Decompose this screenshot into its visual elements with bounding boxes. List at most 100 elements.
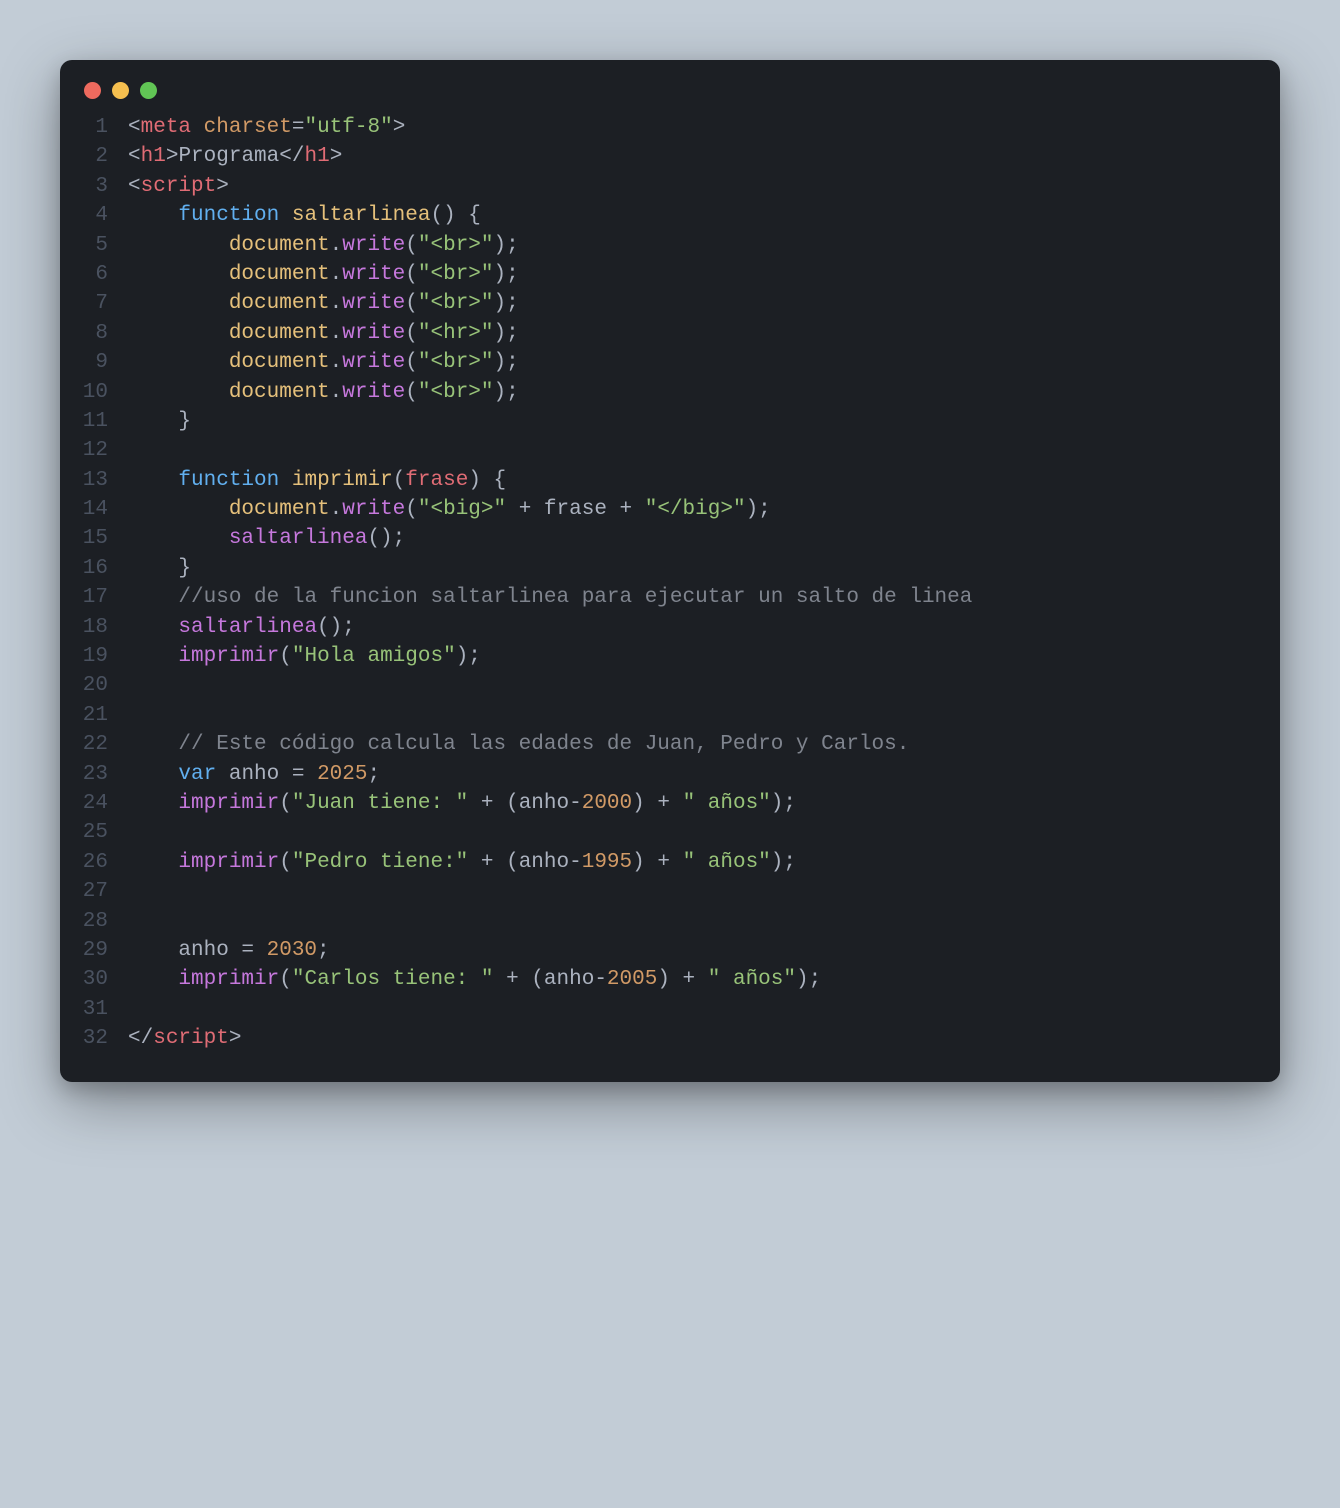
code-line: 24 imprimir("Juan tiene: " + (anho-2000)…: [60, 789, 1280, 818]
code-line: 3<script>: [60, 172, 1280, 201]
code-line: 1<meta charset="utf-8">: [60, 113, 1280, 142]
code-line: 25: [60, 818, 1280, 847]
code-content[interactable]: document.write("<br>");: [128, 260, 1280, 289]
code-line: 9 document.write("<br>");: [60, 348, 1280, 377]
code-content[interactable]: }: [128, 407, 1280, 436]
code-content[interactable]: [128, 877, 1280, 906]
code-content[interactable]: function imprimir(frase) {: [128, 466, 1280, 495]
line-number: 14: [60, 495, 128, 524]
code-content[interactable]: var anho = 2025;: [128, 760, 1280, 789]
line-number: 31: [60, 995, 128, 1024]
titlebar: [60, 60, 1280, 107]
minimize-window-button[interactable]: [112, 82, 129, 99]
line-number: 15: [60, 524, 128, 553]
code-content[interactable]: imprimir("Juan tiene: " + (anho-2000) + …: [128, 789, 1280, 818]
code-area[interactable]: 1<meta charset="utf-8">2<h1>Programa</h1…: [60, 107, 1280, 1054]
code-line: 12: [60, 436, 1280, 465]
code-content[interactable]: [128, 701, 1280, 730]
line-number: 32: [60, 1024, 128, 1053]
line-number: 4: [60, 201, 128, 230]
code-content[interactable]: imprimir("Hola amigos");: [128, 642, 1280, 671]
code-line: 22 // Este código calcula las edades de …: [60, 730, 1280, 759]
line-number: 28: [60, 907, 128, 936]
line-number: 20: [60, 671, 128, 700]
line-number: 6: [60, 260, 128, 289]
code-content[interactable]: <h1>Programa</h1>: [128, 142, 1280, 171]
code-content[interactable]: [128, 907, 1280, 936]
code-content[interactable]: anho = 2030;: [128, 936, 1280, 965]
line-number: 1: [60, 113, 128, 142]
line-number: 16: [60, 554, 128, 583]
code-line: 20: [60, 671, 1280, 700]
code-content[interactable]: // Este código calcula las edades de Jua…: [128, 730, 1280, 759]
line-number: 27: [60, 877, 128, 906]
line-number: 10: [60, 378, 128, 407]
code-line: 31: [60, 995, 1280, 1024]
code-line: 2<h1>Programa</h1>: [60, 142, 1280, 171]
code-content[interactable]: //uso de la funcion saltarlinea para eje…: [128, 583, 1280, 612]
close-window-button[interactable]: [84, 82, 101, 99]
code-content[interactable]: [128, 995, 1280, 1024]
code-content[interactable]: </script>: [128, 1024, 1280, 1053]
code-line: 30 imprimir("Carlos tiene: " + (anho-200…: [60, 965, 1280, 994]
code-content[interactable]: function saltarlinea() {: [128, 201, 1280, 230]
code-line: 6 document.write("<br>");: [60, 260, 1280, 289]
editor-window: 1<meta charset="utf-8">2<h1>Programa</h1…: [60, 60, 1280, 1082]
code-line: 5 document.write("<br>");: [60, 231, 1280, 260]
code-content[interactable]: }: [128, 554, 1280, 583]
code-content[interactable]: [128, 818, 1280, 847]
code-line: 27: [60, 877, 1280, 906]
zoom-window-button[interactable]: [140, 82, 157, 99]
line-number: 30: [60, 965, 128, 994]
code-line: 11 }: [60, 407, 1280, 436]
code-content[interactable]: document.write("<big>" + frase + "</big>…: [128, 495, 1280, 524]
line-number: 19: [60, 642, 128, 671]
line-number: 2: [60, 142, 128, 171]
line-number: 3: [60, 172, 128, 201]
code-line: 23 var anho = 2025;: [60, 760, 1280, 789]
code-content[interactable]: saltarlinea();: [128, 613, 1280, 642]
code-content[interactable]: imprimir("Carlos tiene: " + (anho-2005) …: [128, 965, 1280, 994]
code-content[interactable]: document.write("<br>");: [128, 378, 1280, 407]
code-line: 19 imprimir("Hola amigos");: [60, 642, 1280, 671]
code-content[interactable]: document.write("<hr>");: [128, 319, 1280, 348]
code-line: 18 saltarlinea();: [60, 613, 1280, 642]
code-line: 13 function imprimir(frase) {: [60, 466, 1280, 495]
line-number: 9: [60, 348, 128, 377]
line-number: 22: [60, 730, 128, 759]
line-number: 25: [60, 818, 128, 847]
line-number: 12: [60, 436, 128, 465]
code-line: 21: [60, 701, 1280, 730]
code-content[interactable]: [128, 671, 1280, 700]
code-content[interactable]: [128, 436, 1280, 465]
code-line: 26 imprimir("Pedro tiene:" + (anho-1995)…: [60, 848, 1280, 877]
line-number: 21: [60, 701, 128, 730]
code-line: 7 document.write("<br>");: [60, 289, 1280, 318]
line-number: 13: [60, 466, 128, 495]
code-content[interactable]: document.write("<br>");: [128, 348, 1280, 377]
code-content[interactable]: <meta charset="utf-8">: [128, 113, 1280, 142]
code-line: 32</script>: [60, 1024, 1280, 1053]
code-line: 15 saltarlinea();: [60, 524, 1280, 553]
code-line: 14 document.write("<big>" + frase + "</b…: [60, 495, 1280, 524]
code-line: 28: [60, 907, 1280, 936]
code-line: 29 anho = 2030;: [60, 936, 1280, 965]
code-line: 17 //uso de la funcion saltarlinea para …: [60, 583, 1280, 612]
line-number: 17: [60, 583, 128, 612]
code-content[interactable]: document.write("<br>");: [128, 231, 1280, 260]
line-number: 11: [60, 407, 128, 436]
line-number: 7: [60, 289, 128, 318]
line-number: 8: [60, 319, 128, 348]
code-content[interactable]: saltarlinea();: [128, 524, 1280, 553]
line-number: 23: [60, 760, 128, 789]
code-line: 10 document.write("<br>");: [60, 378, 1280, 407]
line-number: 29: [60, 936, 128, 965]
code-line: 4 function saltarlinea() {: [60, 201, 1280, 230]
code-line: 16 }: [60, 554, 1280, 583]
code-content[interactable]: document.write("<br>");: [128, 289, 1280, 318]
line-number: 18: [60, 613, 128, 642]
line-number: 24: [60, 789, 128, 818]
code-content[interactable]: imprimir("Pedro tiene:" + (anho-1995) + …: [128, 848, 1280, 877]
code-content[interactable]: <script>: [128, 172, 1280, 201]
line-number: 26: [60, 848, 128, 877]
